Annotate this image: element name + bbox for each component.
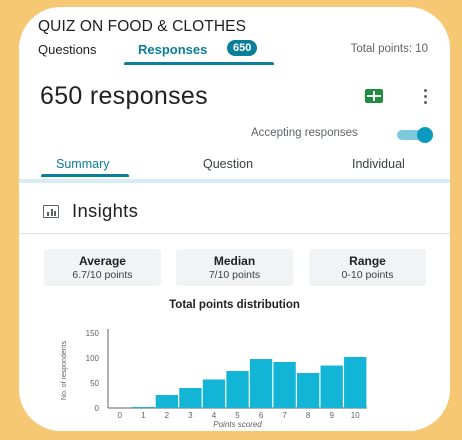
chart-icon-bar — [50, 209, 53, 216]
chart-icon — [43, 205, 59, 218]
stat-value: 0-10 points — [341, 269, 394, 281]
insights-title: Insights — [72, 200, 139, 221]
more-dot-icon — [424, 101, 427, 104]
insights-panel: Insights Average 6.7/10 points Median 7/… — [19, 183, 450, 431]
active-subtab-indicator — [41, 174, 129, 177]
summary-tabs: Summary Question Individual — [19, 157, 450, 179]
stat-label: Median — [213, 254, 256, 268]
more-dot-icon — [424, 89, 427, 92]
responses-card: 650 responses Accepting responses Summar… — [19, 69, 450, 179]
stat-label: Average — [79, 254, 126, 268]
divider — [19, 233, 450, 234]
more-vert-icon[interactable] — [420, 86, 430, 108]
stat-value: 6.7/10 points — [72, 269, 133, 281]
tab-summary[interactable]: Summary — [56, 157, 109, 171]
stat-label: Range — [349, 254, 386, 268]
stat-range: Range 0-10 points — [309, 249, 426, 286]
tab-individual[interactable]: Individual — [352, 157, 405, 171]
stat-average: Average 6.7/10 points — [44, 249, 161, 286]
toggle-knob — [417, 127, 433, 143]
chart-title: Total points distribution — [169, 299, 300, 311]
responses-count-badge: 650 — [227, 40, 258, 56]
tab-question[interactable]: Question — [203, 157, 253, 171]
total-points-label: Total points: 10 — [350, 43, 428, 55]
accepting-responses-toggle[interactable] — [395, 127, 435, 143]
more-dot-icon — [424, 95, 427, 98]
chart-icon-bar — [54, 211, 56, 216]
active-tab-indicator — [124, 62, 274, 65]
form-title: QUIZ ON FOOD & CLOTHES — [38, 18, 247, 35]
form-header: QUIZ ON FOOD & CLOTHES Questions Respons… — [19, 7, 450, 70]
accepting-responses-label: Accepting responses — [251, 127, 358, 139]
tab-questions[interactable]: Questions — [38, 42, 97, 57]
responses-count-heading: 650 responses — [40, 82, 208, 110]
stat-value: 7/10 points — [208, 269, 261, 281]
tab-responses[interactable]: Responses — [138, 42, 207, 57]
chart-icon-bar — [47, 212, 49, 216]
sheets-icon[interactable] — [365, 89, 383, 103]
app-card: QUIZ ON FOOD & CLOTHES Questions Respons… — [19, 7, 450, 431]
stat-median: Median 7/10 points — [176, 249, 293, 286]
